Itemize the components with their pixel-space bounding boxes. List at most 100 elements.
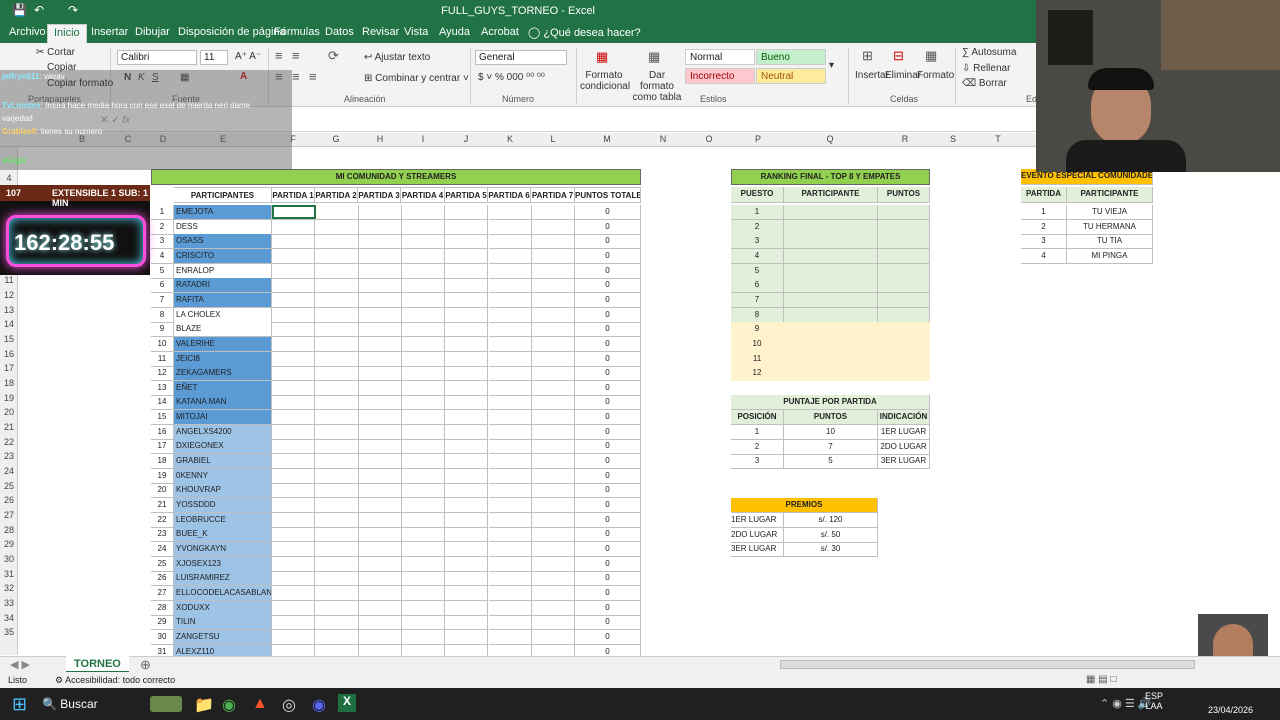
- row-header[interactable]: 23: [0, 451, 18, 463]
- ranking-points[interactable]: [878, 336, 930, 352]
- score-cell[interactable]: [358, 629, 402, 645]
- score-cell[interactable]: [358, 468, 402, 484]
- score-cell[interactable]: [272, 512, 316, 528]
- score-cell[interactable]: [445, 205, 489, 220]
- tab-archivo[interactable]: Archivo: [9, 26, 46, 38]
- player-name[interactable]: LA CHOLEX: [174, 307, 272, 323]
- tab-dibujar[interactable]: Dibujar: [135, 26, 170, 38]
- score-cell[interactable]: [315, 248, 359, 264]
- score-cell[interactable]: [531, 512, 576, 528]
- player-name[interactable]: XODUXX: [174, 600, 272, 616]
- row-header[interactable]: 12: [0, 290, 18, 302]
- score-cell[interactable]: [272, 468, 316, 484]
- score-cell[interactable]: [445, 454, 489, 470]
- score-cell[interactable]: [445, 498, 489, 513]
- format-cells-button[interactable]: Formato: [917, 70, 954, 81]
- align-middle-icon[interactable]: ≡: [292, 48, 300, 63]
- score-cell[interactable]: [315, 292, 359, 308]
- score-cell[interactable]: [445, 278, 489, 294]
- player-name[interactable]: LEOBRUCCE: [174, 512, 272, 528]
- score-cell[interactable]: [401, 292, 446, 308]
- score-cell[interactable]: [272, 439, 316, 455]
- row-header[interactable]: 29: [0, 539, 18, 551]
- score-cell[interactable]: [315, 307, 359, 323]
- score-cell[interactable]: [445, 541, 489, 557]
- score-cell[interactable]: [488, 454, 532, 470]
- score-cell[interactable]: [488, 351, 532, 367]
- format-table-button[interactable]: Dar formato como tabla: [632, 70, 682, 103]
- score-cell[interactable]: [358, 366, 402, 382]
- score-cell[interactable]: [358, 424, 402, 440]
- score-cell[interactable]: [315, 322, 359, 338]
- score-cell[interactable]: [315, 556, 359, 572]
- score-cell[interactable]: [401, 248, 446, 264]
- score-cell[interactable]: [315, 439, 359, 455]
- score-cell[interactable]: [531, 629, 576, 645]
- sheet-nav-icon[interactable]: ◀ ▶: [10, 658, 30, 671]
- clear-button[interactable]: ⌫ Borrar: [962, 78, 1007, 89]
- player-name[interactable]: ENRALOP: [174, 263, 272, 279]
- column-header[interactable]: M: [597, 134, 617, 144]
- score-cell[interactable]: [401, 556, 446, 572]
- discord-icon[interactable]: ◉: [312, 695, 326, 715]
- font-name-select[interactable]: Calibri: [117, 50, 197, 65]
- score-cell[interactable]: [358, 307, 402, 323]
- score-cell[interactable]: [531, 263, 576, 279]
- score-cell[interactable]: [488, 248, 532, 264]
- score-cell[interactable]: [272, 395, 316, 411]
- taskbar-search[interactable]: 🔍 Buscar: [42, 697, 98, 711]
- ranking-participant[interactable]: [784, 263, 878, 279]
- score-cell[interactable]: [358, 512, 402, 528]
- player-name[interactable]: EÑET: [174, 380, 272, 396]
- score-cell[interactable]: [445, 600, 489, 616]
- score-cell[interactable]: [488, 336, 532, 352]
- score-cell[interactable]: [488, 263, 532, 279]
- player-name[interactable]: RAFITA: [174, 292, 272, 308]
- ranking-participant[interactable]: [784, 205, 878, 220]
- score-cell[interactable]: [358, 205, 402, 220]
- row-header[interactable]: 22: [0, 437, 18, 449]
- player-name[interactable]: DXIEGONEX: [174, 439, 272, 455]
- score-cell[interactable]: [401, 307, 446, 323]
- tell-me-search[interactable]: ◯ ¿Qué desea hacer?: [528, 26, 641, 39]
- column-header[interactable]: K: [500, 134, 520, 144]
- score-cell[interactable]: [358, 380, 402, 396]
- view-normal-icon[interactable]: ▦ ▤ □: [1086, 674, 1117, 685]
- score-cell[interactable]: [358, 571, 402, 587]
- chrome-icon[interactable]: ◉: [222, 695, 236, 715]
- score-cell[interactable]: [531, 454, 576, 470]
- row-header[interactable]: 20: [0, 407, 18, 419]
- score-cell[interactable]: [531, 424, 576, 440]
- sheet-tab-torneo[interactable]: TORNEO: [66, 656, 129, 673]
- score-cell[interactable]: [445, 395, 489, 411]
- score-cell[interactable]: [401, 498, 446, 513]
- score-cell[interactable]: [272, 380, 316, 396]
- score-cell[interactable]: [358, 585, 402, 601]
- score-cell[interactable]: [445, 571, 489, 587]
- score-cell[interactable]: [315, 278, 359, 294]
- row-header[interactable]: 27: [0, 510, 18, 522]
- score-cell[interactable]: [445, 336, 489, 352]
- excel-taskbar-icon[interactable]: X: [338, 694, 356, 712]
- style-neutral[interactable]: Neutral: [756, 68, 826, 84]
- score-cell[interactable]: [531, 395, 576, 411]
- score-cell[interactable]: [401, 395, 446, 411]
- score-cell[interactable]: [358, 483, 402, 499]
- score-cell[interactable]: [488, 571, 532, 587]
- row-header[interactable]: 15: [0, 334, 18, 346]
- score-cell[interactable]: [488, 527, 532, 543]
- score-cell[interactable]: [315, 629, 359, 645]
- score-cell[interactable]: [531, 322, 576, 338]
- ranking-participant[interactable]: [784, 278, 878, 294]
- ranking-participant[interactable]: [784, 336, 878, 352]
- score-cell[interactable]: [445, 527, 489, 543]
- score-cell[interactable]: [272, 234, 316, 250]
- score-cell[interactable]: [358, 234, 402, 250]
- score-cell[interactable]: [531, 205, 576, 220]
- score-cell[interactable]: [445, 322, 489, 338]
- score-cell[interactable]: [358, 615, 402, 631]
- column-header[interactable]: T: [988, 134, 1008, 144]
- copy-format-button[interactable]: Copiar formato: [47, 78, 113, 89]
- windows-start-icon[interactable]: ⊞: [12, 694, 27, 715]
- score-cell[interactable]: [488, 205, 532, 220]
